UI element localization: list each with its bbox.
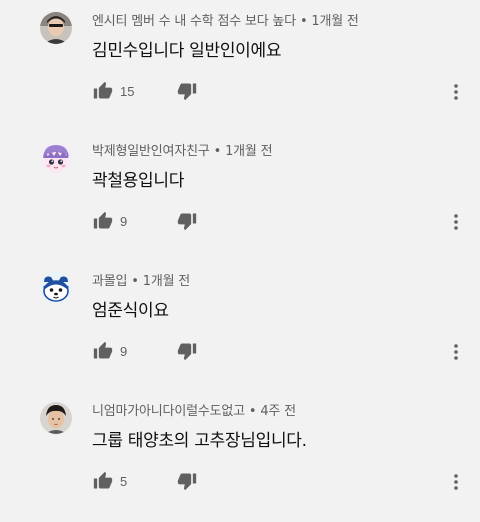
avatar[interactable] (40, 12, 72, 44)
more-options-button[interactable] (446, 340, 466, 364)
separator-dot: • (131, 274, 139, 289)
comment-time[interactable]: 4주 전 (260, 404, 296, 419)
like-count: 15 (120, 83, 135, 99)
more-vertical-icon (454, 344, 458, 360)
like-button[interactable] (92, 470, 114, 492)
dislike-button[interactable] (176, 210, 198, 232)
avatar[interactable] (40, 402, 72, 434)
separator-dot: • (248, 404, 257, 419)
comment-item: 니엄마가아니다이럴수도없고 • 4주 전 그룹 태양초의 고추장님입니다. 5 (0, 390, 480, 520)
like-button[interactable] (92, 80, 114, 102)
comment-item: 엔시티 멤버 수 내 수학 점수 보다 높다 • 1개월 전 김민수입니다 일반인이… (0, 0, 480, 130)
thumbs-down-icon (177, 343, 197, 361)
like-count: 9 (120, 213, 128, 229)
dislike-button[interactable] (176, 80, 198, 102)
comment-actions: 15 (92, 80, 198, 102)
cartoon-animal-icon (40, 272, 72, 304)
more-vertical-icon (454, 214, 458, 230)
comment-meta: 엔시티 멤버 수 내 수학 점수 보다 높다 • 1개월 전 (92, 10, 359, 29)
comment-actions: 5 (92, 470, 198, 492)
thumbs-up-icon (93, 81, 113, 99)
avatar[interactable] (40, 142, 72, 174)
thumbs-down-icon (177, 473, 197, 491)
thumbs-up-icon (93, 471, 113, 489)
comment-author[interactable]: 엔시티 멤버 수 내 수학 점수 보다 높다 (92, 14, 296, 29)
like-button[interactable] (92, 210, 114, 232)
comment-author[interactable]: 과몰입 (92, 274, 127, 289)
comment-meta: 박제형일반인여자친구 • 1개월 전 (92, 140, 273, 159)
thumbs-down-icon (177, 83, 197, 101)
like-count: 5 (120, 473, 128, 489)
user-photo-icon (40, 12, 72, 44)
comment-time[interactable]: 1개월 전 (225, 144, 272, 159)
separator-dot: • (299, 14, 308, 29)
thumbs-down-icon (177, 213, 197, 231)
more-vertical-icon (454, 84, 458, 100)
avatar[interactable] (40, 272, 72, 304)
more-vertical-icon (454, 474, 458, 490)
cartoon-face-icon (40, 142, 72, 174)
comment-actions: 9 (92, 340, 198, 362)
thumbs-up-icon (93, 211, 113, 229)
like-count: 9 (120, 343, 128, 359)
comment-time[interactable]: 1개월 전 (143, 274, 190, 289)
dislike-button[interactable] (176, 340, 198, 362)
comment-item: 박제형일반인여자친구 • 1개월 전 곽철용입니다 9 (0, 130, 480, 260)
thumbs-up-icon (93, 341, 113, 359)
comment-text: 엄준식이요 (92, 301, 169, 321)
comment-text: 김민수입니다 일반인이에요 (92, 41, 282, 61)
like-button[interactable] (92, 340, 114, 362)
user-photo-icon (40, 402, 72, 434)
more-options-button[interactable] (446, 210, 466, 234)
separator-dot: • (213, 144, 222, 159)
comment-meta: 니엄마가아니다이럴수도없고 • 4주 전 (92, 400, 296, 419)
more-options-button[interactable] (446, 80, 466, 104)
comment-meta: 과몰입 • 1개월 전 (92, 270, 190, 289)
comment-author[interactable]: 박제형일반인여자친구 (92, 144, 210, 159)
comment-author[interactable]: 니엄마가아니다이럴수도없고 (92, 404, 245, 419)
comment-text: 그룹 태양초의 고추장님입니다. (92, 431, 307, 451)
comment-actions: 9 (92, 210, 198, 232)
comment-time[interactable]: 1개월 전 (311, 14, 358, 29)
comment-text: 곽철용입니다 (92, 171, 185, 191)
more-options-button[interactable] (446, 470, 466, 494)
dislike-button[interactable] (176, 470, 198, 492)
comment-item: 과몰입 • 1개월 전 엄준식이요 9 (0, 260, 480, 390)
